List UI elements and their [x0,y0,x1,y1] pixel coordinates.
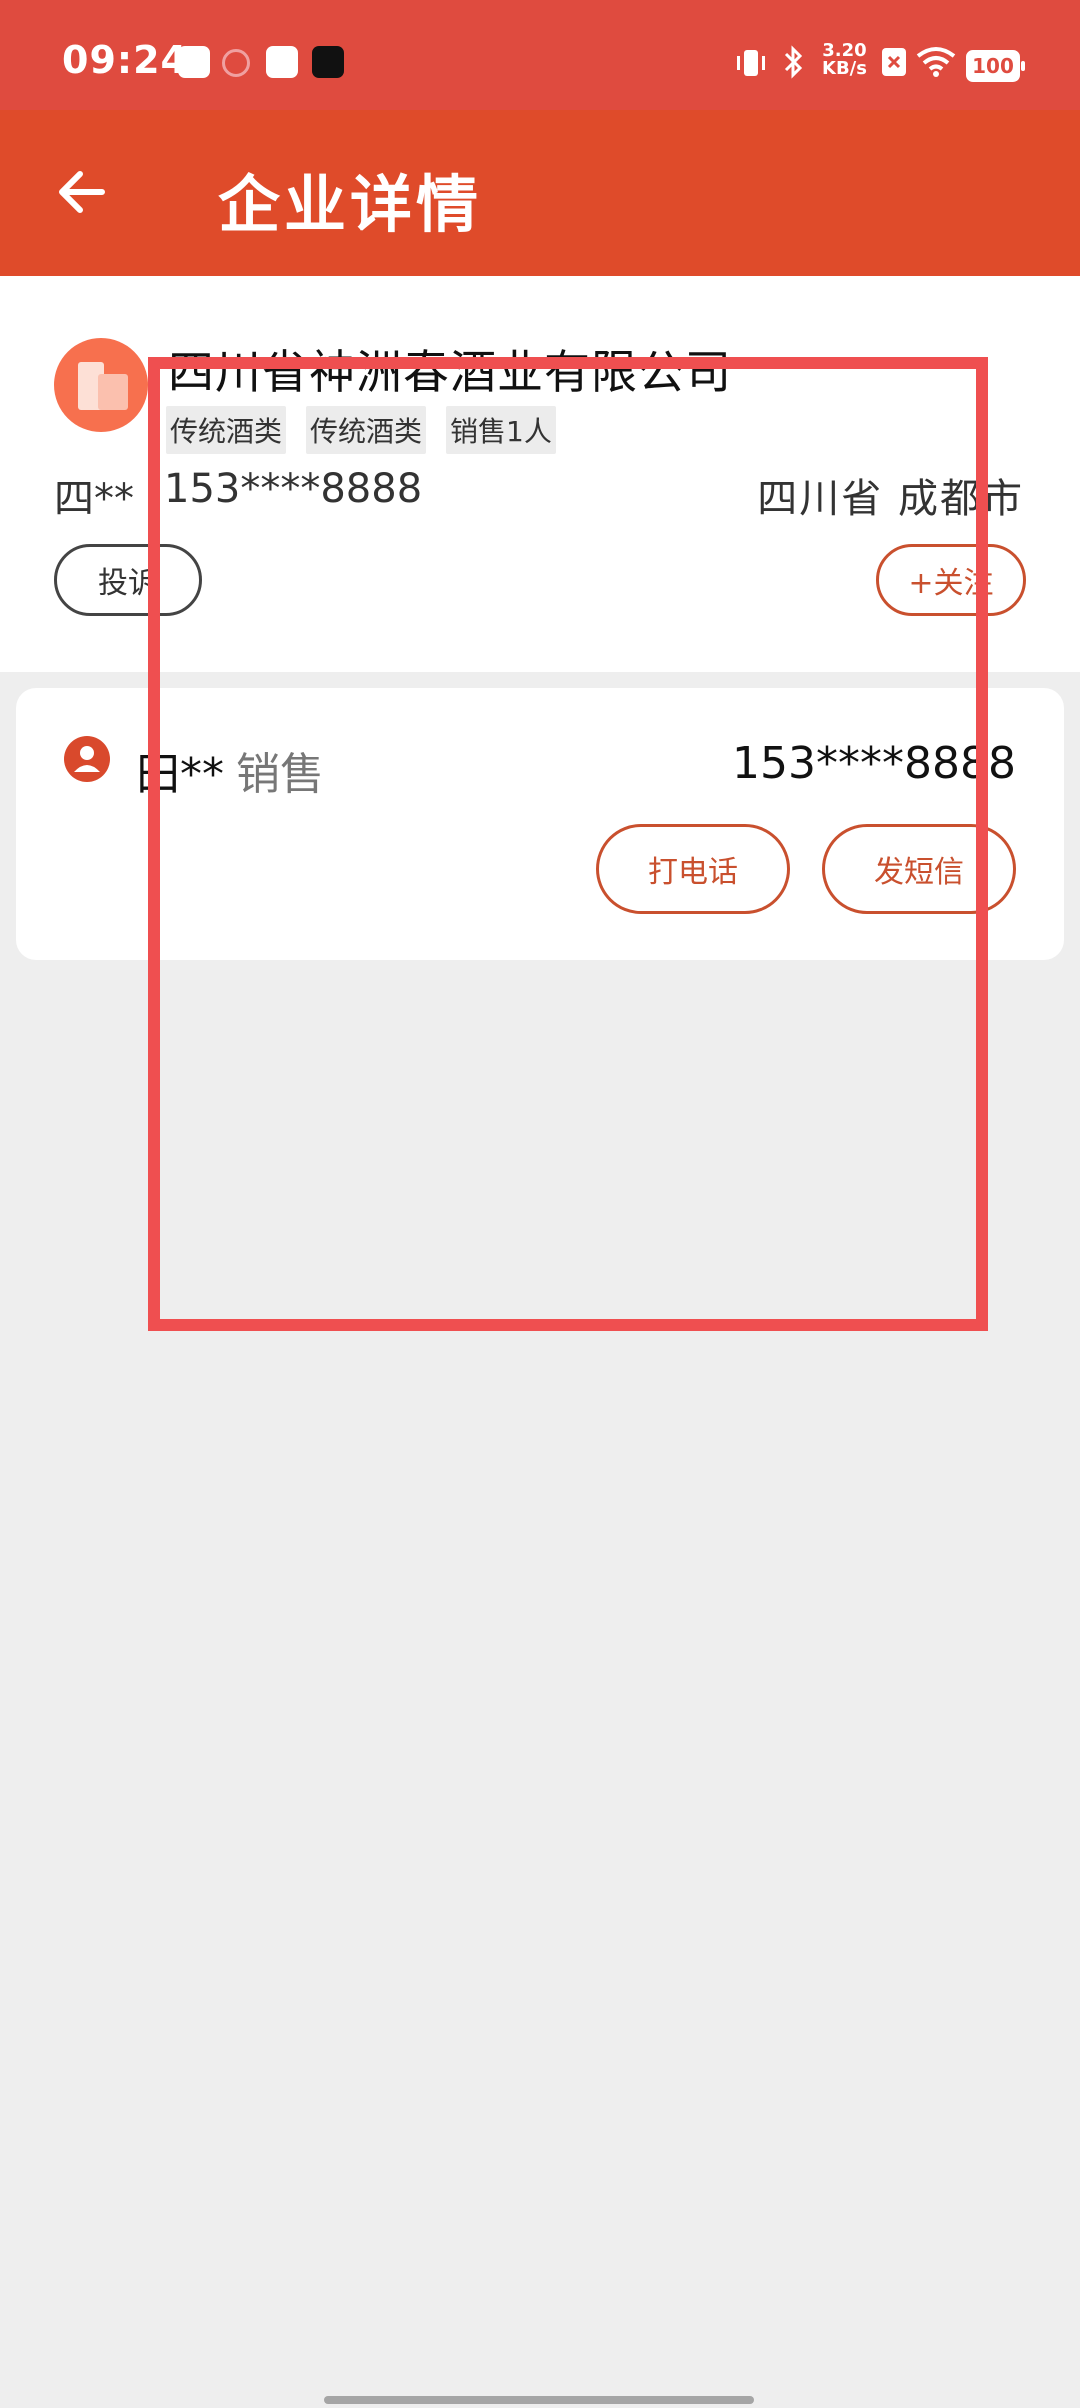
company-name: 四川省神洲春酒业有限公司 [168,345,732,399]
app-bar: 企业详情 [0,110,1080,276]
company-tags: 传统酒类 传统酒类 销售1人 [166,406,556,454]
tiktok-icon [312,46,344,78]
company-region: 四川省 成都市 [757,466,1024,524]
bluetooth-icon [776,44,810,86]
status-time: 09:24 [62,38,188,82]
company-province: 四川省 [757,476,884,522]
call-button[interactable]: 打电话 [596,824,790,914]
arrow-left-icon[interactable] [56,166,108,218]
company-city: 成都市 [898,476,1024,522]
company-card: 四川省神洲春酒业有限公司 传统酒类 传统酒类 销售1人 四** 153****8… [0,276,1080,672]
sms-button[interactable]: 发短信 [822,824,1016,914]
company-phone: 153****8888 [164,466,423,512]
contact-phone: 153****8888 [732,738,1016,789]
notification-icon [222,49,250,77]
home-indicator[interactable] [324,2396,754,2404]
company-logo [54,338,148,432]
contact-card: 田** 销售 153****8888 打电话 发短信 [16,688,1064,960]
status-bar: 09:24 3.20 KB/s 100 [0,0,1080,110]
company-owner: 四** [54,476,134,522]
battery-indicator: 100 [966,50,1025,82]
person-icon [64,736,110,782]
company-tag: 传统酒类 [166,406,287,454]
company-tag: 传统酒类 [306,406,427,454]
page-title: 企业详情 [218,168,483,241]
wifi-icon [916,46,956,84]
follow-button[interactable]: +关注 [876,544,1026,616]
network-speed: 3.20 KB/s [822,42,867,78]
company-tag: 销售1人 [446,406,556,454]
complain-button[interactable]: 投诉 [54,544,202,616]
network-speed-unit: KB/s [822,58,867,79]
vibrate-icon [734,46,768,86]
contact-role: 销售 [236,749,324,800]
shopping-bag-icon [178,46,210,78]
contact-name: 田** [136,749,224,800]
no-sim-icon [880,46,908,84]
vivo-icon [266,46,298,78]
